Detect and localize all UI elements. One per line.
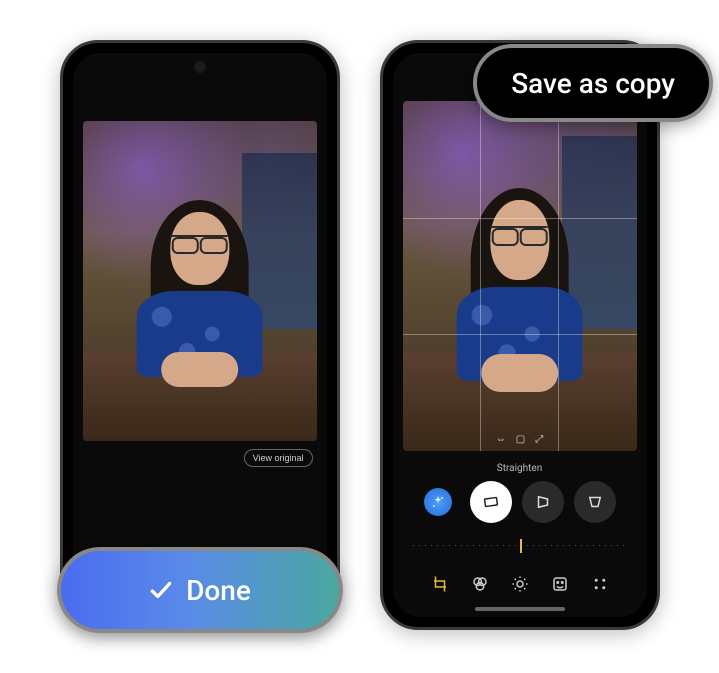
- phone-right: ⇔▢⤢ Straighten: [380, 40, 660, 630]
- straighten-tool-button[interactable]: [470, 481, 512, 523]
- gesture-home-bar[interactable]: [475, 607, 565, 611]
- vertical-perspective-button[interactable]: [574, 481, 616, 523]
- horizontal-perspective-button[interactable]: [522, 481, 564, 523]
- nav-adjust-icon[interactable]: [511, 575, 529, 593]
- nav-crop-icon[interactable]: [431, 575, 449, 593]
- nav-filters-icon[interactable]: [471, 575, 489, 593]
- front-camera-hole: [194, 61, 206, 73]
- check-icon: [148, 577, 174, 603]
- view-original-button[interactable]: View original: [244, 449, 313, 467]
- done-button[interactable]: Done: [57, 547, 343, 633]
- save-as-copy-button[interactable]: Save as copy: [473, 44, 713, 122]
- done-button-label: Done: [186, 574, 251, 607]
- phone-right-screen: ⇔▢⤢ Straighten: [393, 53, 647, 617]
- phone-left: View original Done: [60, 40, 340, 630]
- nav-markup-icon[interactable]: [551, 575, 569, 593]
- save-as-copy-label: Save as copy: [511, 67, 675, 100]
- auto-enhance-button[interactable]: [424, 488, 452, 516]
- crop-aspect-handles[interactable]: ⇔▢⤢: [496, 434, 543, 445]
- crop-tool-row: [393, 481, 647, 523]
- editor-bottom-nav: [393, 575, 647, 593]
- crop-photo-canvas[interactable]: ⇔▢⤢: [403, 101, 637, 451]
- phone-left-screen: View original: [73, 53, 327, 617]
- straighten-slider[interactable]: [413, 533, 627, 557]
- tool-label-straighten: Straighten: [393, 463, 647, 474]
- edited-photo-preview: [83, 121, 317, 441]
- nav-more-icon[interactable]: [591, 575, 609, 593]
